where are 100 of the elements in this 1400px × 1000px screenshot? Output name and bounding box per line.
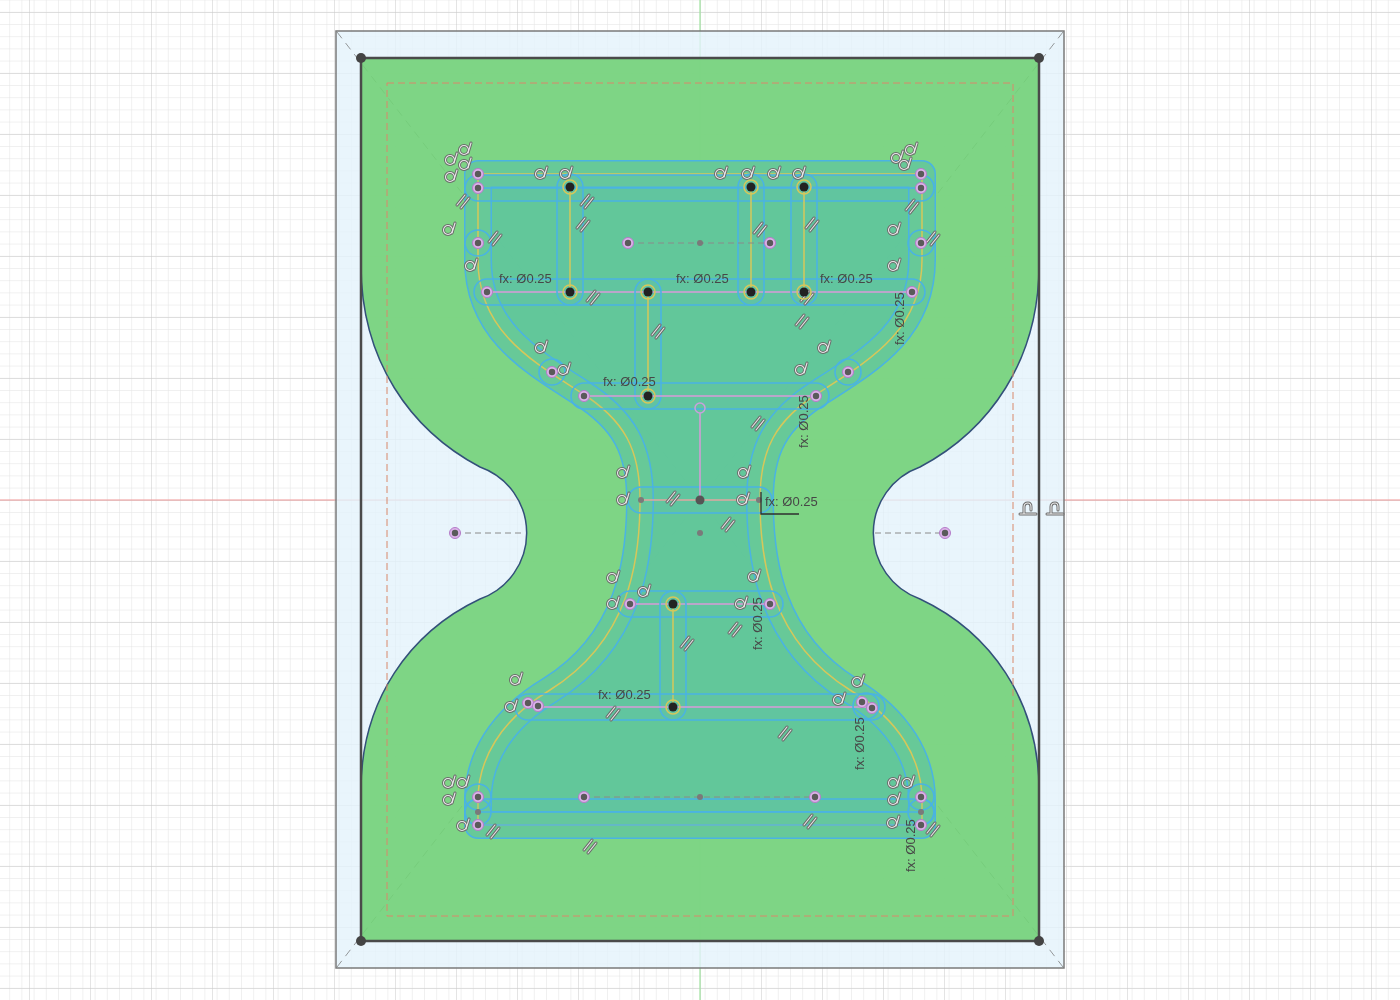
tangent-constraint-icon [736,491,751,506]
sketch-point-icon [472,182,484,194]
parallel-constraint-icon [925,821,941,838]
tangent-constraint-icon [637,583,652,598]
sketch-point-icon [842,366,854,378]
dimension-label[interactable]: fx: Ø0.25 [603,374,656,389]
tangent-constraint-icon [898,156,913,171]
parallel-constraint-icon [799,289,815,306]
fixed-point-icon [665,596,681,612]
sketch-circle [464,798,492,826]
dimension-label[interactable]: fx: Ø0.25 [598,687,651,702]
parallel-constraint-icon [804,216,820,233]
parallel-constraint-icon [794,313,810,330]
sketch-point-icon [915,791,927,803]
sketch-point-icon [915,168,927,180]
tangent-constraint-icon [616,464,631,479]
fixed-point-icon [796,179,812,195]
sketch-point-icon [472,819,484,831]
parallel-constraint-icon [650,323,666,340]
center-point-icon [756,497,762,503]
parallel-constraint-icon [605,705,621,722]
parallel-constraint-icon [585,289,601,306]
origin-point-icon [695,495,705,505]
sketch-point-icon [915,237,927,249]
tangent-constraint-icon [817,339,832,354]
sketch-circle [834,358,862,386]
tangent-constraint-icon [714,165,729,180]
sketch-point-icon [810,390,822,402]
tangent-constraint-icon [890,149,905,164]
sketch-circle [464,229,492,257]
tangent-constraint-icon [504,698,519,713]
sketch-point-icon [472,791,484,803]
fixed-point-icon [562,179,578,195]
tangent-constraint-icon [458,141,473,156]
perpendicular-constraint-icon [1018,501,1038,516]
dimension-label[interactable]: fx: Ø0.25 [903,819,918,872]
sketch-point-icon [622,237,634,249]
parallel-constraint-icon [665,490,681,507]
parallel-constraint-icon [582,838,598,855]
sketch-point-icon [939,527,951,539]
tangent-constraint-icon [887,774,902,789]
parallel-constraint-icon [802,813,818,830]
sketch-point-icon [906,286,918,298]
fixed-point-icon [640,388,656,404]
tangent-constraint-icon [887,791,902,806]
sketch-point-icon [694,402,706,414]
tangent-constraint-icon [559,165,574,180]
tangent-constraint-icon [534,339,549,354]
tangent-constraint-icon [767,165,782,180]
parallel-constraint-icon [750,415,766,432]
sketch-point-icon [624,598,636,610]
fixed-point-icon [743,179,759,195]
sketch-point-icon [866,702,878,714]
dimension-label[interactable]: fx: Ø0.25 [765,494,818,509]
sketch-point-icon [856,696,868,708]
parallel-constraint-icon [752,221,768,238]
tangent-constraint-icon [901,774,916,789]
center-point-icon [697,530,703,536]
tangent-constraint-icon [887,257,902,272]
dimension-label[interactable]: fx: Ø0.25 [892,292,907,345]
sketch-point-icon [449,527,461,539]
center-point-icon [638,497,644,503]
corner-point-icon [356,53,366,63]
dimension-label[interactable]: fx: Ø0.25 [750,597,765,650]
sketch-point-icon [522,697,534,709]
parallel-constraint-icon [575,216,591,233]
fixed-point-icon [562,284,578,300]
tangent-constraint-icon [464,257,479,272]
dimension-label[interactable]: fx: Ø0.25 [852,717,867,770]
tangent-constraint-icon [737,464,752,479]
dimension-label[interactable]: fx: Ø0.25 [676,271,729,286]
parallel-constraint-icon [727,621,743,638]
parallel-constraint-icon [720,516,736,533]
tangent-constraint-icon [904,141,919,156]
sketch-point-icon [915,819,927,831]
dimension-label[interactable]: fx: Ø0.25 [820,271,873,286]
tangent-constraint-icon [747,568,762,583]
center-point-icon [918,809,924,815]
parallel-constraint-icon [487,230,503,247]
corner-point-icon [1034,936,1044,946]
fixed-point-icon [640,284,656,300]
corner-point-icon [356,936,366,946]
dimension-label[interactable]: fx: Ø0.25 [499,271,552,286]
sketch-circle [538,358,566,386]
tangent-constraint-icon [616,491,631,506]
tangent-constraint-icon [886,814,901,829]
sketch-point-icon [809,791,821,803]
center-point-icon [697,794,703,800]
tangent-constraint-icon [442,221,457,236]
fixed-point-icon [743,284,759,300]
center-point-icon [475,809,481,815]
center-point-icon [697,240,703,246]
tangent-constraint-icon [557,361,572,376]
sketch-point-icon [764,598,776,610]
parallel-constraint-icon [579,193,595,210]
sketch-point-icon [472,237,484,249]
parallel-constraint-icon [904,198,920,215]
sketch-circle [907,229,935,257]
tangent-constraint-icon [442,791,457,806]
dimension-label[interactable]: fx: Ø0.25 [796,395,811,448]
